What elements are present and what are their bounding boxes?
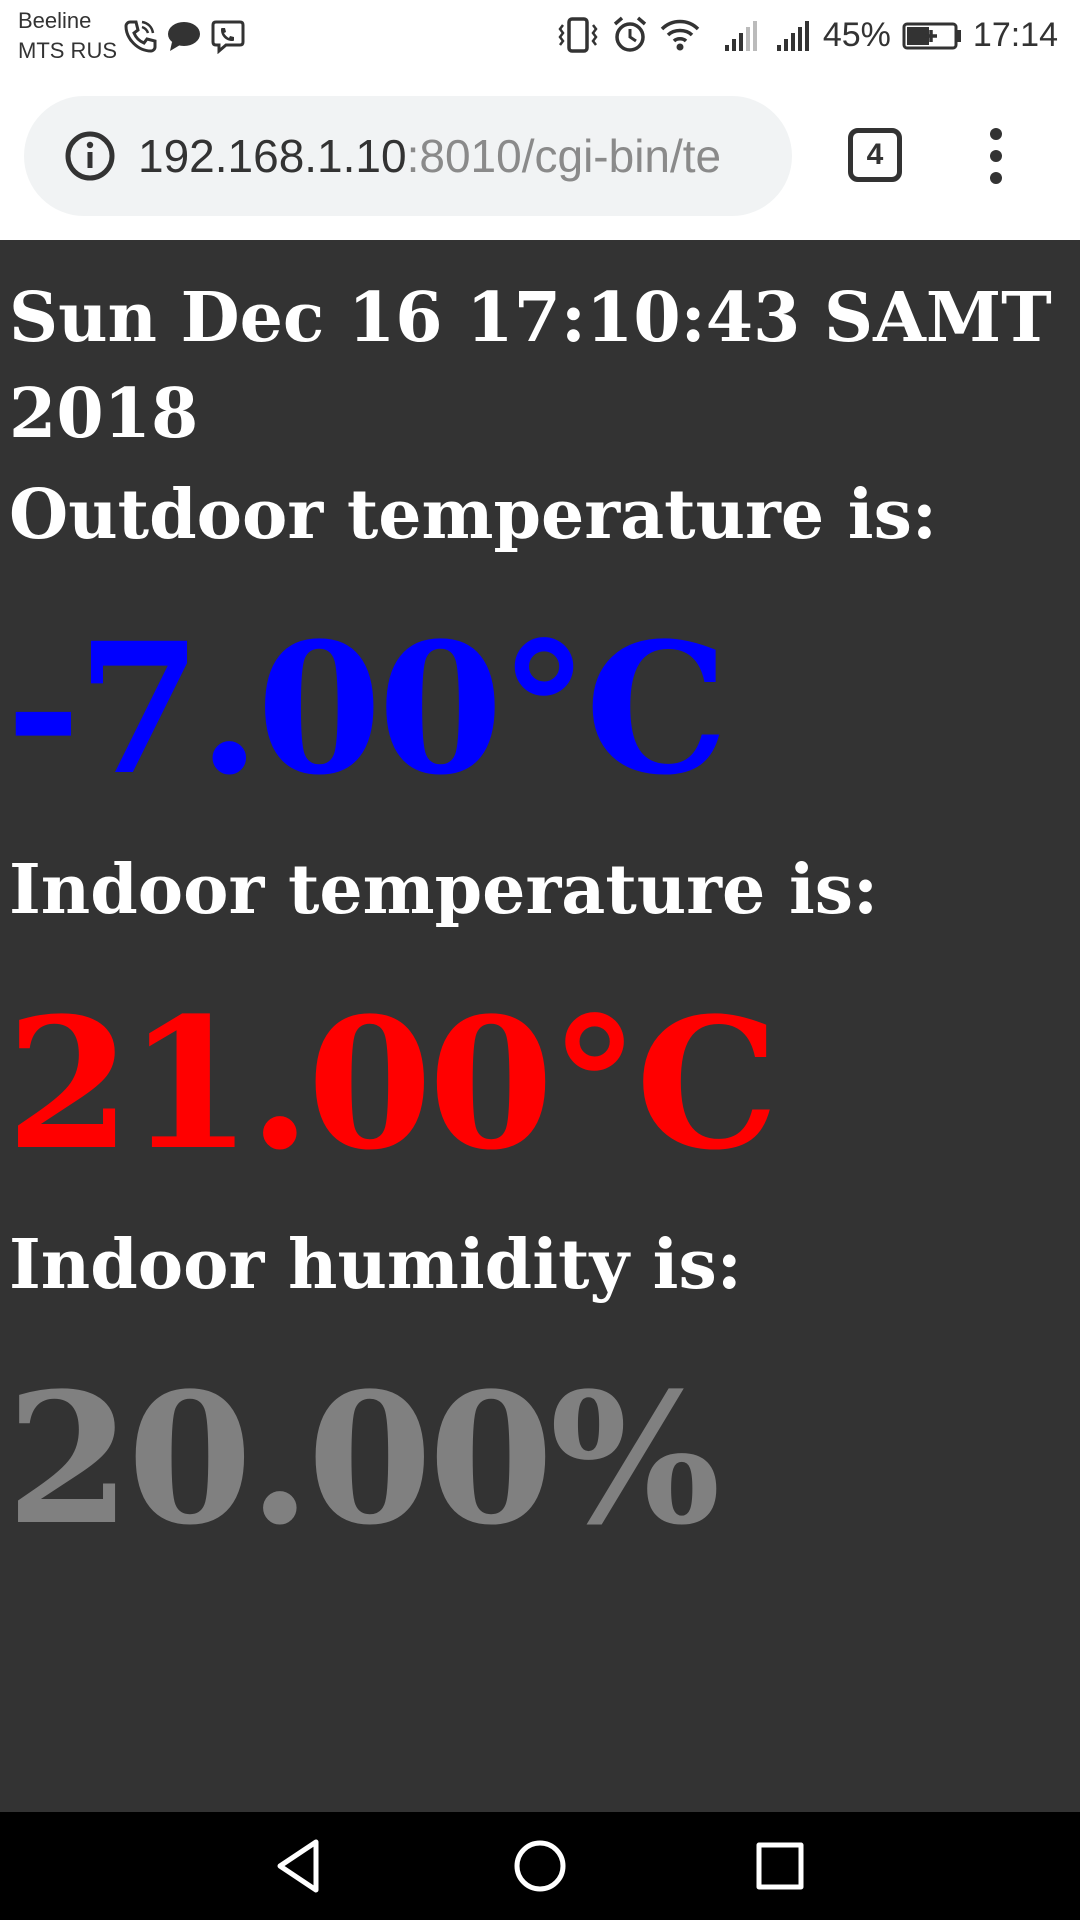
wifi-icon xyxy=(660,19,700,51)
web-page-content: Sun Dec 16 17:10:43 SAMT 2018 Outdoor te… xyxy=(0,240,1080,1812)
system-status-icons: 45% 17:14 xyxy=(555,10,1058,60)
more-menu-icon[interactable] xyxy=(976,124,1016,188)
alarm-icon xyxy=(613,16,646,52)
notification-icons xyxy=(122,14,246,58)
url-path: :8010/cgi-bin/te xyxy=(406,130,722,182)
signal-icon xyxy=(776,21,809,51)
tab-switcher-icon[interactable]: 4 xyxy=(848,128,902,182)
info-icon[interactable] xyxy=(64,130,116,182)
url-text[interactable]: 192.168.1.10:8010/cgi-bin/te xyxy=(138,96,788,216)
carrier-info: Beeline MTS RUS xyxy=(18,6,117,66)
battery-charging-icon xyxy=(902,22,961,50)
chat-bubble-icon xyxy=(168,22,200,51)
recents-square-icon[interactable] xyxy=(750,1836,810,1896)
status-bar: Beeline MTS RUS 45% 17:14 xyxy=(0,0,1080,72)
carrier-name-2: MTS RUS xyxy=(18,38,117,63)
home-circle-icon[interactable] xyxy=(510,1836,570,1896)
outdoor-temperature-value: -7.00°C xyxy=(6,604,728,815)
outdoor-temperature-label: Outdoor temperature is: xyxy=(9,475,937,555)
system-nav-bar xyxy=(0,1812,1080,1920)
back-triangle-icon[interactable] xyxy=(270,1836,330,1896)
carrier-name-1: Beeline xyxy=(18,8,92,33)
clock: 17:14 xyxy=(972,16,1058,54)
battery-percent: 45% xyxy=(822,16,891,54)
page-datetime: Sun Dec 16 17:10:43 SAMT 2018 xyxy=(9,278,1052,454)
address-bar[interactable]: 192.168.1.10:8010/cgi-bin/te xyxy=(24,96,792,216)
vibrate-icon xyxy=(558,17,598,53)
indoor-humidity-label: Indoor humidity is: xyxy=(9,1225,742,1305)
signal-icon xyxy=(724,21,757,51)
browser-toolbar: 192.168.1.10:8010/cgi-bin/te 4 xyxy=(0,72,1080,240)
url-host: 192.168.1.10 xyxy=(138,130,407,182)
indoor-humidity-value: 20.00% xyxy=(6,1354,721,1565)
viber-icon xyxy=(211,20,245,54)
phone-wifi-call-icon xyxy=(124,20,157,53)
indoor-temperature-label: Indoor temperature is: xyxy=(9,850,879,930)
indoor-temperature-value: 21.00°C xyxy=(6,979,779,1190)
